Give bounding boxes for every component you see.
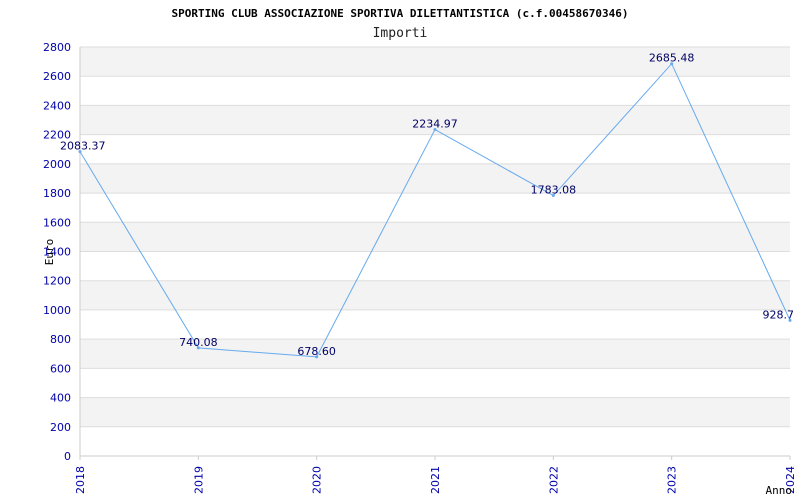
- y-tick-label: 400: [50, 392, 71, 405]
- y-tick-label: 2400: [43, 99, 71, 112]
- y-tick-label: 200: [50, 421, 71, 434]
- y-tick-label: 2000: [43, 158, 71, 171]
- data-label: 2234.97: [412, 118, 458, 131]
- y-tick-label: 800: [50, 333, 71, 346]
- y-tick-label: 2800: [43, 41, 71, 54]
- y-tick-label: 600: [50, 362, 71, 375]
- grid-band: [80, 426, 790, 456]
- data-label: 2685.48: [649, 52, 695, 65]
- line-chart: SPORTING CLUB ASSOCIAZIONE SPORTIVA DILE…: [43, 7, 797, 497]
- grid-band: [80, 397, 790, 427]
- data-label: 1783.08: [531, 184, 577, 197]
- x-tick-label: 2018: [74, 466, 87, 494]
- y-tick-label: 0: [64, 450, 71, 463]
- grid-band: [80, 309, 790, 340]
- y-tick-label: 1600: [43, 216, 71, 229]
- x-tick-label: 2020: [311, 466, 324, 494]
- grid-band: [80, 222, 790, 252]
- y-tick-label: 2600: [43, 70, 71, 83]
- x-axis-label: Anno: [766, 484, 793, 497]
- grid-band: [80, 251, 790, 281]
- x-tick-label: 2019: [192, 466, 205, 494]
- data-label: 678.60: [297, 345, 336, 358]
- x-tick-label: 2023: [666, 466, 679, 494]
- x-tick-labels: 2018 2019 2020 2021 2022 2023 2024: [74, 456, 797, 494]
- grid-band: [80, 280, 790, 310]
- chart-subtitle: Importi: [373, 26, 428, 41]
- x-tick-label: 2021: [429, 466, 442, 494]
- grid-band: [80, 368, 790, 398]
- y-tick-label: 1200: [43, 275, 71, 288]
- data-label: 2083.37: [60, 140, 106, 153]
- chart-title: SPORTING CLUB ASSOCIAZIONE SPORTIVA DILE…: [172, 7, 629, 20]
- grid-band: [80, 193, 790, 223]
- y-tick-label: 1000: [43, 304, 71, 317]
- data-label: 928.7: [763, 308, 795, 321]
- data-label: 740.08: [179, 336, 218, 349]
- x-tick-label: 2022: [547, 466, 560, 494]
- y-axis-label: Euro: [43, 239, 56, 266]
- grid-band: [80, 163, 790, 194]
- y-tick-label: 1800: [43, 187, 71, 200]
- grid-band: [80, 76, 790, 106]
- grid-band: [80, 134, 790, 164]
